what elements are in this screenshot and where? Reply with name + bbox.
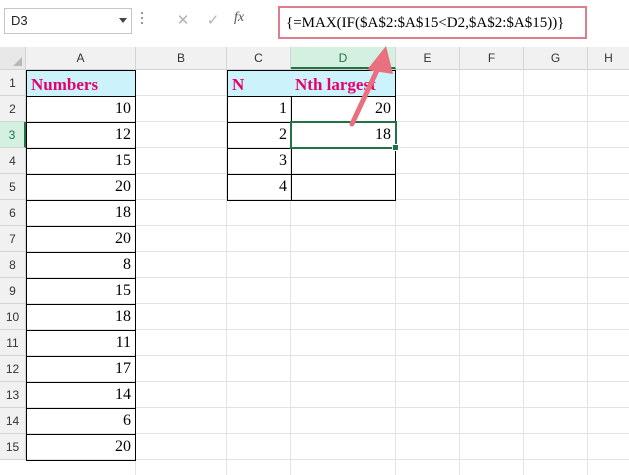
cell-a11[interactable]: 11 (26, 330, 136, 357)
row-header-1[interactable]: 1 (0, 70, 26, 96)
name-box[interactable]: D3 (4, 8, 132, 34)
row-header-7[interactable]: 7 (0, 226, 26, 252)
column-header-g[interactable]: G (524, 47, 588, 69)
column-header-b[interactable]: B (136, 47, 227, 69)
cell-a8[interactable]: 8 (26, 252, 136, 279)
drag-handle-icon[interactable] (141, 12, 144, 29)
close-icon[interactable]: ✕ (171, 9, 195, 33)
select-all-button[interactable] (0, 47, 26, 69)
cell-d4[interactable] (291, 148, 396, 175)
row-header-15[interactable]: 15 (0, 434, 26, 460)
cell-a12[interactable]: 17 (26, 356, 136, 383)
formula-input[interactable]: {=MAX(IF($A$2:$A$15<D2,$A$2:$A$15))} (278, 6, 587, 39)
cell-d3[interactable]: 18 (291, 122, 396, 149)
row-header-13[interactable]: 13 (0, 382, 26, 408)
cell-a10[interactable]: 18 (26, 304, 136, 331)
column-header-a[interactable]: A (26, 47, 136, 69)
cell-a1[interactable]: Numbers (26, 70, 136, 97)
worksheet-grid[interactable]: Numbers 10 12 15 20 18 20 8 15 18 11 17 … (26, 70, 629, 475)
cell-c3[interactable]: 2 (227, 122, 292, 149)
formula-bar: D3 ✕ ✓ fx {=MAX(IF($A$2:$A$15<D2,$A$2:$A… (0, 0, 629, 47)
cell-a7[interactable]: 20 (26, 226, 136, 253)
cell-a4[interactable]: 15 (26, 148, 136, 175)
row-header-10[interactable]: 10 (0, 304, 26, 330)
row-header-5[interactable]: 5 (0, 174, 26, 200)
column-header-f[interactable]: F (460, 47, 524, 69)
row-header-2[interactable]: 2 (0, 96, 26, 122)
row-header-9[interactable]: 9 (0, 278, 26, 304)
cell-d1[interactable]: Nth largest (291, 70, 396, 97)
cell-a3[interactable]: 12 (26, 122, 136, 149)
cell-c2[interactable]: 1 (227, 96, 292, 123)
row-header-6[interactable]: 6 (0, 200, 26, 226)
cell-a2[interactable]: 10 (26, 96, 136, 123)
column-header-row: A B C D E F G H (0, 47, 629, 70)
cell-c1[interactable]: N (227, 70, 292, 97)
cell-a9[interactable]: 15 (26, 278, 136, 305)
column-header-e[interactable]: E (396, 47, 460, 69)
chevron-down-icon[interactable] (119, 18, 127, 23)
check-icon[interactable]: ✓ (201, 9, 225, 33)
column-header-h[interactable]: H (588, 47, 629, 69)
column-header-d[interactable]: D (291, 47, 396, 69)
cell-a14[interactable]: 6 (26, 408, 136, 435)
cell-d5[interactable] (291, 174, 396, 201)
row-header-11[interactable]: 11 (0, 330, 26, 356)
cell-a15[interactable]: 20 (26, 434, 136, 461)
row-header-12[interactable]: 12 (0, 356, 26, 382)
column-header-c[interactable]: C (227, 47, 291, 69)
name-box-value: D3 (11, 13, 28, 28)
cell-a5[interactable]: 20 (26, 174, 136, 201)
cell-c4[interactable]: 3 (227, 148, 292, 175)
select-all-icon (13, 57, 22, 66)
cell-d2[interactable]: 20 (291, 96, 396, 123)
row-header-14[interactable]: 14 (0, 408, 26, 434)
cell-a13[interactable]: 14 (26, 382, 136, 409)
row-header-4[interactable]: 4 (0, 148, 26, 174)
cell-c5[interactable]: 4 (227, 174, 292, 201)
cell-a6[interactable]: 18 (26, 200, 136, 227)
insert-function-button[interactable]: fx (234, 10, 244, 26)
formula-text: {=MAX(IF($A$2:$A$15<D2,$A$2:$A$15))} (286, 15, 565, 31)
row-header-3[interactable]: 3 (0, 122, 26, 148)
row-header-8[interactable]: 8 (0, 252, 26, 278)
